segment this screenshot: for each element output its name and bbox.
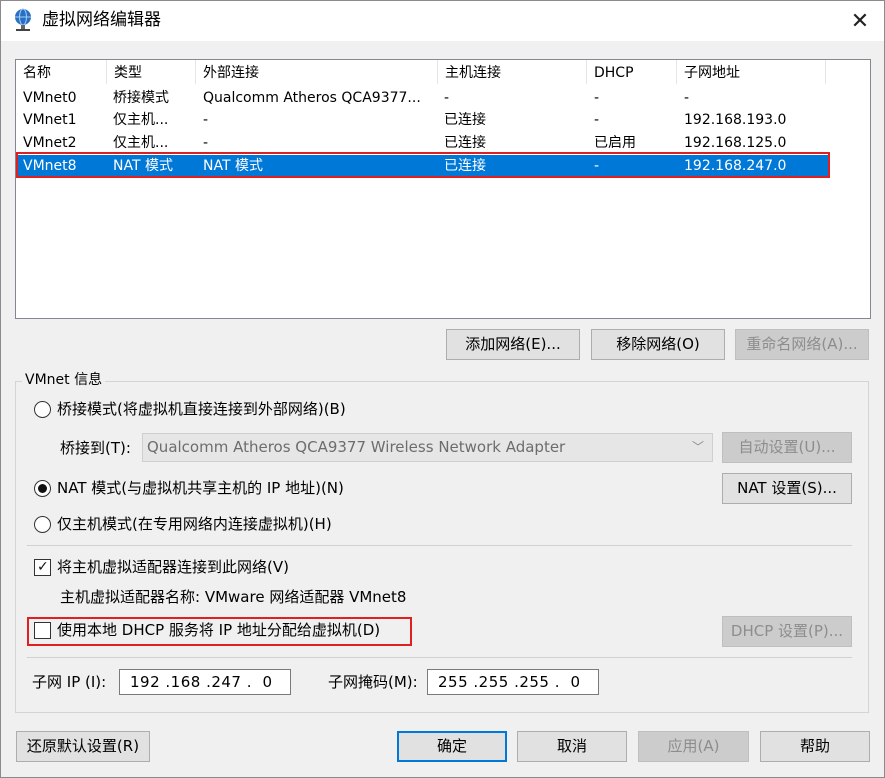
cell-external: Qualcomm Atheros QCA9377...: [203, 90, 421, 106]
column-header-external[interactable]: 外部连接: [196, 60, 438, 84]
network-list[interactable]: 名称 类型 外部连接 主机连接 DHCP 子网地址 VMnet0 桥接模式 Qu…: [15, 59, 871, 319]
column-header-type[interactable]: 类型: [107, 60, 196, 84]
cell-subnet: 192.168.125.0: [684, 135, 787, 151]
cell-name: VMnet2: [23, 135, 77, 151]
connect-adapter-label[interactable]: 将主机虚拟适配器连接到此网络(V): [57, 557, 289, 577]
help-button[interactable]: 帮助: [760, 731, 870, 762]
cell-dhcp: 已启用: [594, 135, 636, 151]
separator: [27, 545, 852, 546]
globe-network-icon: [15, 8, 31, 31]
subnet-mask-label: 子网掩码(M):: [328, 673, 418, 691]
nat-radio[interactable]: [34, 480, 51, 497]
list-header: 名称 类型 外部连接 主机连接 DHCP 子网地址: [16, 60, 826, 84]
chevron-down-icon: ﹀: [691, 440, 704, 454]
vmnet-info-title: VMnet 信息: [22, 371, 106, 389]
subnet-ip-label: 子网 IP (I):: [32, 673, 107, 691]
connect-adapter-checkbox[interactable]: ✓: [34, 559, 51, 576]
cell-name: VMnet1: [23, 112, 77, 128]
cancel-button[interactable]: 取消: [517, 731, 627, 762]
column-header-dhcp[interactable]: DHCP: [587, 60, 677, 84]
cell-host: 已连接: [444, 112, 486, 128]
close-icon[interactable]: ✕: [838, 2, 882, 40]
separator: [27, 657, 852, 658]
cell-host: 已连接: [444, 135, 486, 151]
bridged-label[interactable]: 桥接模式(将虚拟机直接连接到外部网络)(B): [57, 399, 346, 419]
cell-subnet: 192.168.193.0: [684, 112, 787, 128]
bridged-radio[interactable]: [34, 401, 51, 418]
column-header-name[interactable]: 名称: [16, 60, 107, 84]
dhcp-settings-button[interactable]: DHCP 设置(P)...: [722, 616, 852, 647]
window-title: 虚拟网络编辑器: [42, 10, 161, 30]
nat-settings-button[interactable]: NAT 设置(S)...: [722, 473, 852, 504]
subnet-mask-input[interactable]: 255 .255 .255 . 0: [427, 669, 599, 695]
cell-subnet: -: [684, 90, 690, 106]
bridge-adapter-select[interactable]: Qualcomm Atheros QCA9377 Wireless Networ…: [142, 433, 713, 462]
table-row[interactable]: VMnet2 仅主机... - 已连接 已启用 192.168.125.0: [18, 132, 830, 154]
cell-type: 仅主机...: [113, 112, 169, 128]
cell-host: -: [444, 90, 450, 106]
host-only-radio[interactable]: [34, 516, 51, 533]
selected-row-highlight: [16, 152, 830, 178]
cell-external: -: [203, 112, 209, 128]
remove-network-button[interactable]: 移除网络(O): [591, 329, 725, 360]
check-icon: ✓: [37, 559, 49, 575]
cell-dhcp: -: [594, 112, 600, 128]
cell-dhcp: -: [594, 90, 600, 106]
bridge-adapter-value: Qualcomm Atheros QCA9377 Wireless Networ…: [147, 438, 566, 456]
cell-type: 桥接模式: [113, 90, 169, 106]
auto-settings-button[interactable]: 自动设置(U)...: [722, 432, 852, 463]
column-header-host[interactable]: 主机连接: [438, 60, 587, 84]
cell-type: 仅主机...: [113, 135, 169, 151]
restore-defaults-button[interactable]: 还原默认设置(R): [16, 731, 150, 762]
nat-label[interactable]: NAT 模式(与虚拟机共享主机的 IP 地址)(N): [57, 478, 344, 498]
add-network-button[interactable]: 添加网络(E)...: [446, 329, 580, 360]
ok-button[interactable]: 确定: [397, 731, 507, 762]
cell-external: -: [203, 135, 209, 151]
bridge-to-label: 桥接到(T):: [60, 439, 131, 457]
column-header-subnet[interactable]: 子网地址: [677, 60, 826, 84]
table-row[interactable]: VMnet1 仅主机... - 已连接 - 192.168.193.0: [18, 109, 830, 131]
cell-name: VMnet0: [23, 90, 77, 106]
subnet-ip-input[interactable]: 192 .168 .247 . 0: [119, 669, 291, 695]
vmnet-info-group: [15, 381, 869, 713]
host-only-label[interactable]: 仅主机模式(在专用网络内连接虚拟机)(H): [57, 514, 332, 534]
rename-network-button[interactable]: 重命名网络(A)...: [735, 329, 869, 360]
table-row[interactable]: VMnet0 桥接模式 Qualcomm Atheros QCA9377... …: [18, 87, 830, 109]
dhcp-highlight: [27, 617, 412, 646]
adapter-name-label: 主机虚拟适配器名称: VMware 网络适配器 VMnet8: [60, 588, 407, 606]
apply-button[interactable]: 应用(A): [638, 731, 749, 762]
